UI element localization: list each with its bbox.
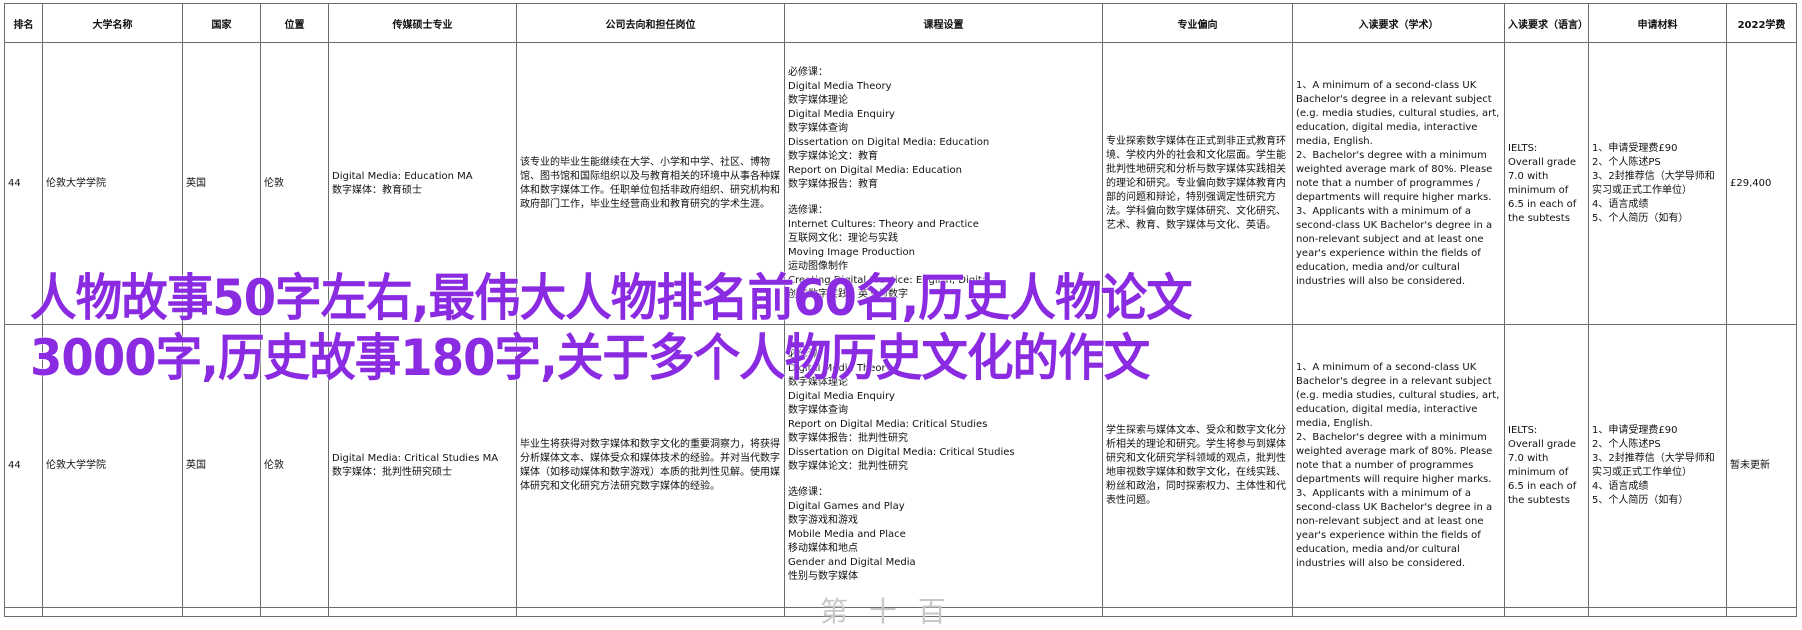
course-line: 数字媒体报告：教育: [788, 178, 878, 190]
course-line: Digital Media Enquiry: [788, 391, 895, 402]
course-line: 数字媒体论文：教育: [788, 150, 878, 162]
course-line: 选修课：: [788, 487, 828, 498]
header-cell-university[interactable]: 大学名称: [42, 3, 183, 43]
cell-academic-req[interactable]: 1、A minimum of a second-class UK Bachelo…: [1292, 42, 1505, 325]
course-line: 数字媒体理论: [788, 94, 848, 106]
course-line: 互联网文化：理论与实践: [788, 232, 898, 244]
course-line: Digital Games and Play: [788, 501, 905, 512]
header-cell-major[interactable]: 传媒硕士专业: [328, 3, 517, 43]
header-cell-academic-req[interactable]: 入读要求（学术）: [1292, 3, 1505, 43]
header-cell-focus[interactable]: 专业偏向: [1102, 3, 1293, 43]
course-line: Report on Digital Media: Education: [788, 164, 962, 176]
header-cell-rank[interactable]: 排名: [4, 3, 43, 43]
header-cell-location[interactable]: 位置: [260, 3, 329, 43]
header-cell-career[interactable]: 公司去向和担任岗位: [516, 3, 785, 43]
cell-language-req[interactable]: IELTS: Overall grade 7.0 with minimum of…: [1504, 324, 1589, 608]
header-cell-materials[interactable]: 申请材料: [1588, 3, 1727, 43]
cell-empty[interactable]: [42, 607, 183, 617]
cell-empty[interactable]: [4, 607, 43, 617]
course-line: Gender and Digital Media: [788, 557, 916, 568]
course-gap: [788, 474, 1099, 486]
course-line: 性别与数字媒体: [788, 571, 858, 582]
course-line: 数字游戏和游戏: [788, 515, 858, 526]
cell-empty[interactable]: [1726, 607, 1797, 617]
course-line: 移动媒体和地点: [788, 543, 858, 554]
cell-empty[interactable]: [1292, 607, 1505, 617]
overlay-title-line-2: 3000字,历史故事180字,关于多个人物历史文化的作文: [30, 329, 1150, 387]
selected-cell[interactable]: [516, 607, 785, 617]
cell-empty[interactable]: [1504, 607, 1589, 617]
course-line: 必修课：: [788, 66, 828, 78]
major-en: Digital Media: Critical Studies MA: [332, 453, 499, 464]
course-gap: [788, 192, 1099, 204]
major-en: Digital Media: Education MA: [332, 170, 473, 182]
cell-empty[interactable]: [182, 607, 261, 617]
course-line: 数字媒体查询: [788, 122, 848, 134]
header-cell-fee[interactable]: 2022学费: [1726, 3, 1797, 43]
cell-empty[interactable]: [1102, 607, 1293, 617]
course-line: Mobile Media and Place: [788, 529, 906, 540]
course-line: 数字媒体论文：批判性研究: [788, 461, 908, 472]
partial-watermark-text: 第 十 百: [820, 595, 952, 628]
cell-empty[interactable]: [260, 607, 329, 617]
course-line: Internet Cultures: Theory and Practice: [788, 218, 979, 230]
cell-language-req[interactable]: IELTS: Overall grade 7.0 with minimum of…: [1504, 42, 1589, 325]
major-cn: 数字媒体：批判性研究硕士: [332, 467, 452, 478]
course-line: Digital Media Theory: [788, 80, 892, 92]
cell-fee[interactable]: £29,400: [1726, 42, 1797, 325]
header-cell-language-req[interactable]: 入读要求（语言）: [1504, 3, 1589, 43]
cell-fee[interactable]: 暂未更新: [1726, 324, 1797, 608]
cell-materials[interactable]: 1、申请受理费£90 2、个人陈述PS 3、2封推荐信（大学导师和实习或正式工作…: [1588, 42, 1727, 325]
course-line: Dissertation on Digital Media: Education: [788, 136, 990, 148]
cell-materials[interactable]: 1、申请受理费£90 2、个人陈述PS 3、2封推荐信（大学导师和实习或正式工作…: [1588, 324, 1727, 608]
course-line: Report on Digital Media: Critical Studie…: [788, 419, 988, 430]
cell-academic-req[interactable]: 1、A minimum of a second-class UK Bachelo…: [1292, 324, 1505, 608]
header-cell-country[interactable]: 国家: [182, 3, 261, 43]
cell-empty[interactable]: [328, 607, 517, 617]
course-line: Digital Media Enquiry: [788, 108, 895, 120]
course-line: 选修课：: [788, 204, 828, 216]
header-row: 排名 大学名称 国家 位置 传媒硕士专业 公司去向和担任岗位 课程设置 专业偏向…: [4, 3, 1797, 43]
course-line: 数字媒体报告：批判性研究: [788, 433, 908, 444]
course-line: 数字媒体查询: [788, 405, 848, 416]
course-line: Dissertation on Digital Media: Critical …: [788, 447, 1015, 458]
major-cn: 数字媒体：教育硕士: [332, 184, 422, 196]
header-cell-courses[interactable]: 课程设置: [784, 3, 1103, 43]
cell-empty[interactable]: [1588, 607, 1727, 617]
